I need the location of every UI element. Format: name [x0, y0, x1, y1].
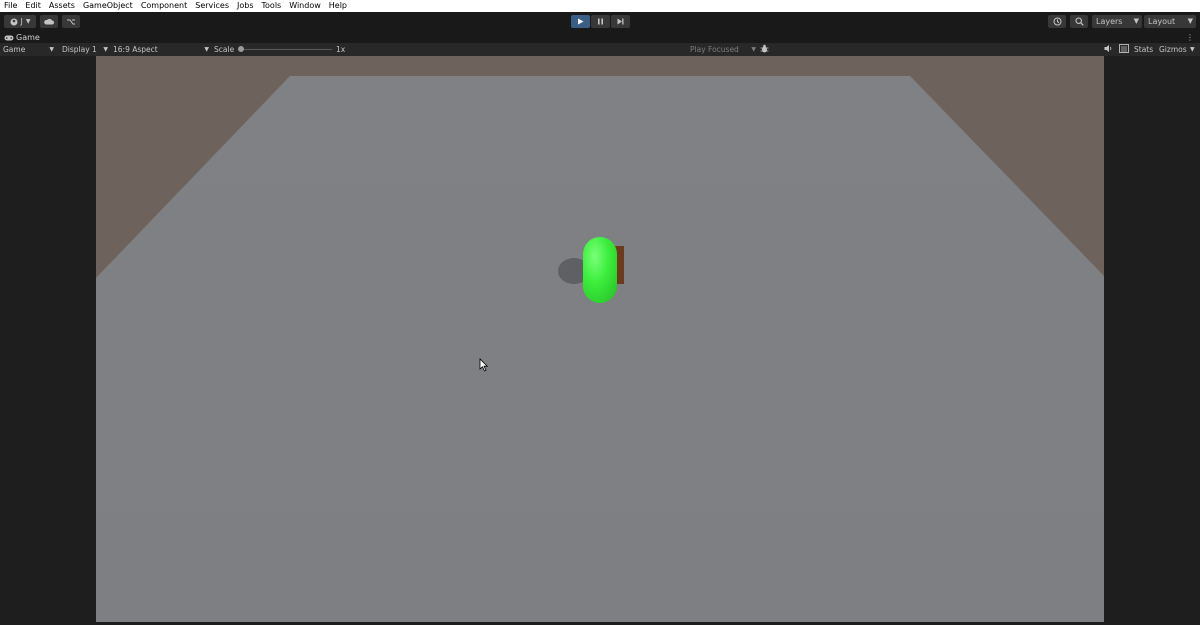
account-icon — [10, 18, 17, 25]
slider-handle[interactable] — [238, 46, 244, 52]
slider-track — [240, 49, 332, 50]
history-icon — [1053, 17, 1061, 26]
menu-item-jobs[interactable]: Jobs — [233, 0, 258, 12]
chevron-down-icon: ▼ — [204, 46, 209, 53]
ground-plane — [96, 76, 1104, 622]
layout-label: Layout — [1148, 17, 1176, 26]
pause-button[interactable] — [591, 15, 610, 28]
search-icon — [1074, 17, 1084, 26]
display-label: Display 1 — [62, 45, 97, 54]
tab-bar: Game ⋮ — [0, 32, 1200, 43]
menu-item-assets[interactable]: Assets — [45, 0, 79, 12]
layers-dropdown[interactable]: Layers ▼ — [1092, 15, 1142, 28]
menu-item-gameobject[interactable]: GameObject — [79, 0, 137, 12]
step-button[interactable] — [611, 15, 630, 28]
layout-dropdown[interactable]: Layout ▼ — [1144, 15, 1196, 28]
cloud-button[interactable] — [40, 15, 58, 28]
chevron-down-icon[interactable]: ▼ — [1190, 43, 1195, 56]
chevron-down-icon: ▼ — [751, 46, 756, 53]
play-mode-label: Play Focused — [690, 45, 739, 54]
play-mode-dropdown[interactable]: Play Focused ▼ — [690, 43, 756, 56]
search-button[interactable] — [1070, 15, 1088, 28]
account-label: J — [20, 17, 23, 26]
aspect-dropdown[interactable]: 16:9 Aspect ▼ — [113, 43, 209, 56]
mouse-cursor-icon — [479, 358, 489, 372]
menu-item-edit[interactable]: Edit — [21, 0, 45, 12]
menu-item-help[interactable]: Help — [325, 0, 351, 12]
aspect-label: 16:9 Aspect — [113, 45, 158, 54]
play-button[interactable] — [571, 15, 590, 28]
game-view-control-bar: Game ▼ Display 1 ▼ 16:9 Aspect ▼ Scale 1… — [0, 43, 1200, 56]
chevron-down-icon: ▼ — [49, 46, 54, 53]
menu-item-file[interactable]: File — [0, 0, 21, 12]
bug-icon — [760, 44, 769, 53]
audio-icon — [1104, 45, 1112, 52]
gizmos-button[interactable]: Gizmos — [1159, 43, 1187, 56]
view-mode-label: Game — [3, 45, 26, 54]
tab-game[interactable]: Game — [0, 32, 44, 43]
scale-slider[interactable] — [238, 43, 332, 56]
game-viewport[interactable] — [0, 56, 1200, 625]
stats-icon — [1119, 44, 1129, 53]
chevron-down-icon: ▼ — [103, 46, 108, 53]
menu-item-window[interactable]: Window — [285, 0, 325, 12]
display-dropdown[interactable]: Display 1 ▼ — [62, 43, 108, 56]
game-scene[interactable] — [96, 56, 1104, 622]
menu-item-component[interactable]: Component — [137, 0, 191, 12]
chevron-down-icon: ▼ — [1133, 17, 1139, 25]
undo-history-button[interactable] — [1048, 15, 1066, 28]
tab-label: Game — [16, 33, 40, 42]
pause-icon — [598, 18, 603, 25]
chevron-down-icon: ▼ — [1187, 17, 1193, 25]
stats-button[interactable]: Stats — [1134, 43, 1153, 56]
version-control-button[interactable] — [62, 15, 80, 28]
play-icon — [578, 18, 584, 25]
game-controller-icon — [4, 35, 14, 40]
menu-item-tools[interactable]: Tools — [258, 0, 286, 12]
view-mode-dropdown[interactable]: Game ▼ — [3, 43, 55, 56]
menu-item-services[interactable]: Services — [191, 0, 233, 12]
player-capsule — [583, 237, 617, 303]
version-control-icon — [67, 19, 75, 24]
main-toolbar: J ▼ Layers ▼ Layout ▼ — [0, 12, 1200, 32]
menu-bar: File Edit Assets GameObject Component Service… — [0, 0, 1200, 12]
layers-label: Layers — [1096, 17, 1123, 26]
chevron-down-icon: ▼ — [25, 18, 31, 25]
account-dropdown[interactable]: J ▼ — [4, 15, 36, 28]
scale-value: 1x — [336, 45, 346, 54]
scale-label: Scale — [214, 45, 235, 54]
cloud-icon — [44, 18, 54, 25]
step-icon — [617, 18, 624, 25]
kebab-icon[interactable]: ⋮ — [1186, 32, 1194, 43]
